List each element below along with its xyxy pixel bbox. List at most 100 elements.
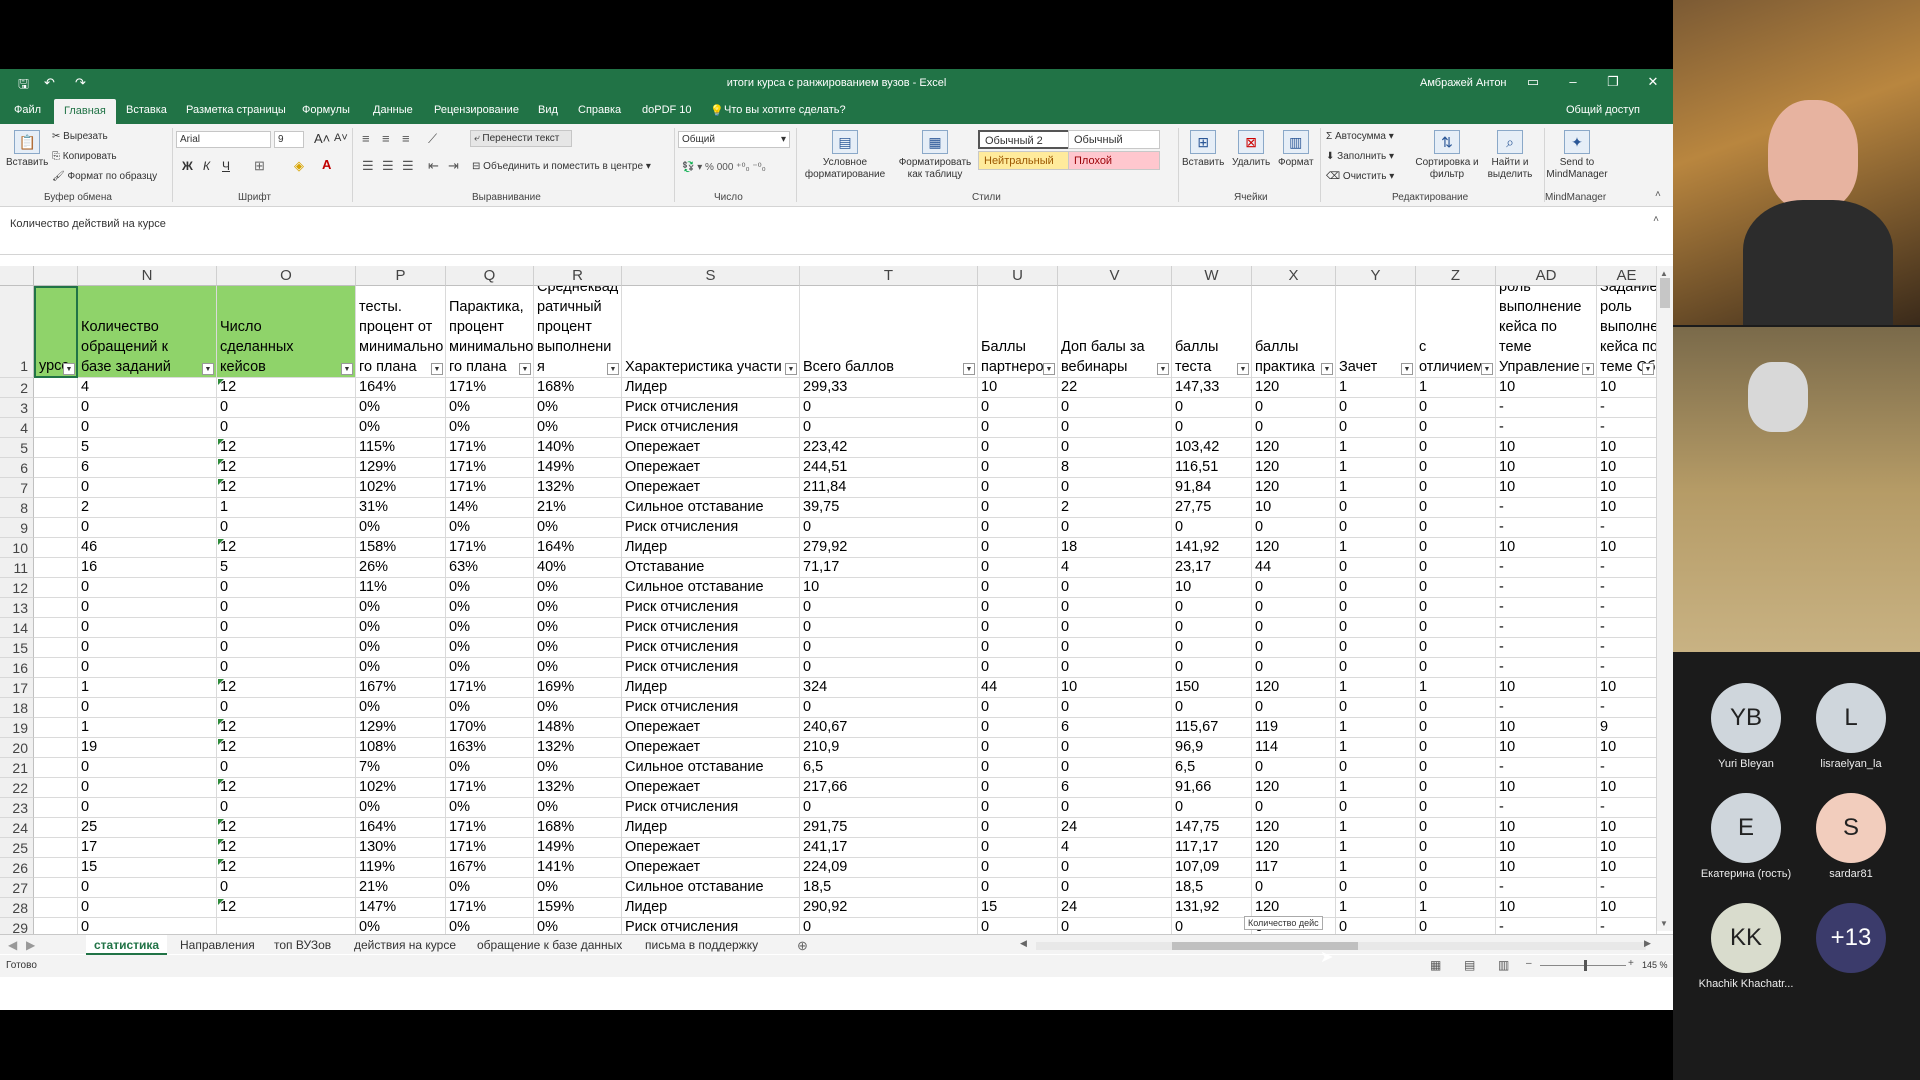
tab-formulas[interactable]: Формулы <box>302 104 350 116</box>
table-cell[interactable]: 0 <box>1416 438 1496 458</box>
table-cell[interactable]: 0 <box>1172 638 1252 658</box>
table-cell[interactable]: 0 <box>1416 818 1496 838</box>
table-cell[interactable]: 0 <box>1252 798 1336 818</box>
sort-filter-button[interactable]: ⇅ Сортировка и фильтр <box>1412 130 1482 181</box>
tab-dopdf[interactable]: doPDF 10 <box>642 104 692 116</box>
tab-data[interactable]: Данные <box>373 104 413 116</box>
table-cell[interactable]: 1 <box>1336 458 1416 478</box>
table-cell[interactable]: 0% <box>534 398 622 418</box>
table-cell[interactable]: 0 <box>800 518 978 538</box>
table-cell[interactable]: 120 <box>1252 818 1336 838</box>
table-cell[interactable]: 0 <box>978 878 1058 898</box>
table-cell[interactable] <box>34 858 78 878</box>
row-header[interactable]: 23 <box>0 798 34 818</box>
table-cell[interactable]: 0 <box>1058 518 1172 538</box>
table-cell[interactable]: 0 <box>978 778 1058 798</box>
minimize-button[interactable]: – <box>1558 74 1588 89</box>
table-cell[interactable]: 0 <box>1416 418 1496 438</box>
table-cell[interactable]: 120 <box>1252 838 1336 858</box>
table-cell[interactable]: 0 <box>978 438 1058 458</box>
align-right-icon[interactable]: ☰ <box>402 159 414 172</box>
table-cell[interactable] <box>34 798 78 818</box>
table-cell[interactable]: 10 <box>1496 778 1597 798</box>
table-cell[interactable]: 10 <box>1597 498 1657 518</box>
table-cell[interactable]: Опережает <box>622 738 800 758</box>
table-cell[interactable]: 141,92 <box>1172 538 1252 558</box>
table-cell[interactable]: 10 <box>1597 538 1657 558</box>
table-cell[interactable]: 324 <box>800 678 978 698</box>
row-header[interactable]: 3 <box>0 398 34 418</box>
table-cell[interactable]: 44 <box>978 678 1058 698</box>
table-cell[interactable]: 0 <box>1058 598 1172 618</box>
filter-dropdown-icon[interactable]: ▼ <box>341 363 353 375</box>
table-cell[interactable] <box>34 418 78 438</box>
table-cell[interactable]: 0 <box>1252 658 1336 678</box>
table-cell[interactable]: 171% <box>446 478 534 498</box>
column-header[interactable]: S <box>622 266 800 286</box>
table-cell[interactable]: 0 <box>978 578 1058 598</box>
table-cell[interactable]: 0 <box>1416 578 1496 598</box>
table-cell[interactable]: 0 <box>1172 398 1252 418</box>
table-cell[interactable]: Риск отчисления <box>622 638 800 658</box>
row-header[interactable]: 25 <box>0 838 34 858</box>
borders-icon[interactable]: ⊞ <box>254 159 265 172</box>
table-cell[interactable]: - <box>1597 558 1657 578</box>
table-cell[interactable]: Лидер <box>622 818 800 838</box>
table-cell[interactable]: 0 <box>1058 638 1172 658</box>
sheet-tab-support-letters[interactable]: письма в поддержку <box>645 938 758 952</box>
table-cell[interactable]: 0 <box>1416 518 1496 538</box>
table-cell[interactable]: 244,51 <box>800 458 978 478</box>
table-cell[interactable]: 0 <box>217 698 356 718</box>
error-indicator-icon[interactable] <box>218 819 224 825</box>
table-cell[interactable]: 171% <box>446 458 534 478</box>
table-cell[interactable]: 0 <box>978 538 1058 558</box>
table-cell[interactable]: 0 <box>800 658 978 678</box>
table-cell[interactable]: 12 <box>217 458 356 478</box>
table-cell[interactable]: 0 <box>217 518 356 538</box>
table-cell[interactable]: 10 <box>1597 898 1657 918</box>
add-sheet-icon[interactable]: ⊕ <box>797 938 808 954</box>
table-cell[interactable]: 0 <box>1416 718 1496 738</box>
table-cell[interactable]: 0 <box>78 798 217 818</box>
table-cell[interactable] <box>34 678 78 698</box>
table-cell[interactable]: 0 <box>978 638 1058 658</box>
table-cell[interactable]: 224,09 <box>800 858 978 878</box>
table-cell[interactable]: 12 <box>217 538 356 558</box>
table-cell[interactable]: 0 <box>1058 758 1172 778</box>
table-cell[interactable]: 0 <box>78 878 217 898</box>
table-cell[interactable]: 0 <box>217 758 356 778</box>
table-cell[interactable]: 10 <box>1172 578 1252 598</box>
table-cell[interactable]: - <box>1597 598 1657 618</box>
table-cell[interactable]: 0 <box>978 498 1058 518</box>
table-cell[interactable]: 0 <box>1252 878 1336 898</box>
table-cell[interactable]: 120 <box>1252 438 1336 458</box>
table-cell[interactable]: 0 <box>1058 578 1172 598</box>
table-cell[interactable]: 18,5 <box>800 878 978 898</box>
table-cell[interactable]: 0 <box>978 698 1058 718</box>
column-header[interactable]: P <box>356 266 446 286</box>
table-cell[interactable]: 96,9 <box>1172 738 1252 758</box>
table-cell[interactable]: 0 <box>1058 738 1172 758</box>
header-cell[interactable]: Число сделанных кейсов <box>217 286 356 378</box>
table-cell[interactable]: 0 <box>1058 398 1172 418</box>
table-cell[interactable]: 0 <box>978 618 1058 638</box>
table-cell[interactable]: 0 <box>978 858 1058 878</box>
table-cell[interactable]: 120 <box>1252 678 1336 698</box>
table-cell[interactable]: 103,42 <box>1172 438 1252 458</box>
vertical-scroll-thumb[interactable] <box>1660 278 1670 308</box>
column-header[interactable]: N <box>78 266 217 286</box>
table-cell[interactable]: 120 <box>1252 898 1336 918</box>
table-cell[interactable]: - <box>1597 878 1657 898</box>
table-cell[interactable]: 0 <box>978 558 1058 578</box>
table-cell[interactable]: 9 <box>1597 718 1657 738</box>
participant-avatar[interactable]: +13 <box>1816 903 1886 973</box>
table-cell[interactable]: 0 <box>1336 658 1416 678</box>
table-cell[interactable]: 0 <box>800 638 978 658</box>
column-header[interactable]: U <box>978 266 1058 286</box>
font-name-select[interactable]: Arial <box>176 131 271 148</box>
table-cell[interactable]: - <box>1496 618 1597 638</box>
table-cell[interactable]: 0 <box>1172 698 1252 718</box>
table-cell[interactable]: 10 <box>1597 378 1657 398</box>
align-bottom-icon[interactable]: ≡ <box>402 132 410 145</box>
table-cell[interactable]: 0 <box>78 398 217 418</box>
